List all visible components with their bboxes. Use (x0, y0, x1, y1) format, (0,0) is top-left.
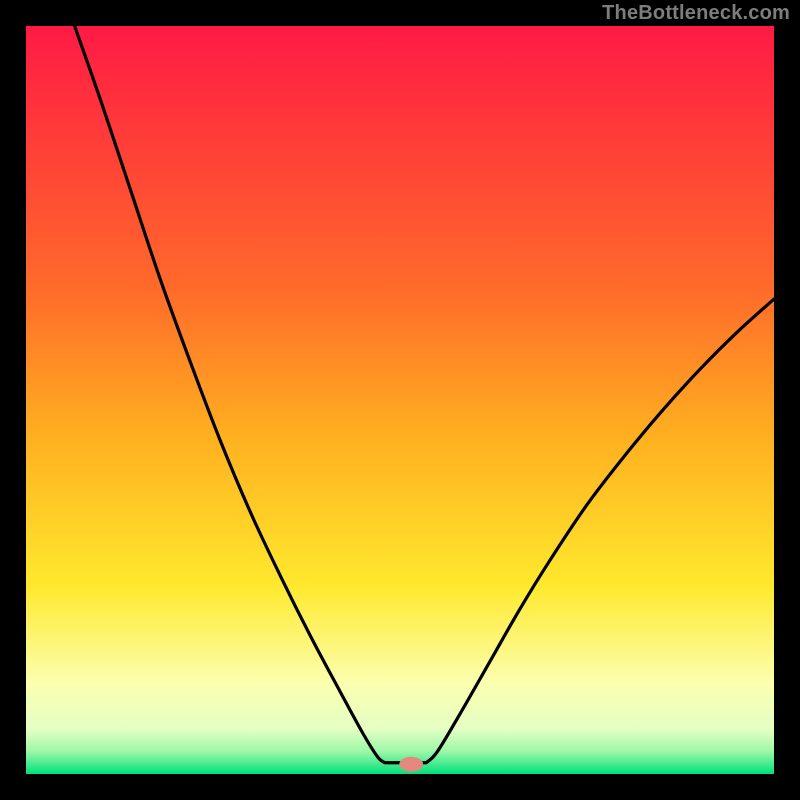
chart-svg (0, 0, 800, 800)
optimum-marker (399, 757, 423, 772)
plot-background-gradient (26, 26, 774, 774)
watermark-text: TheBottleneck.com (602, 2, 790, 25)
chart-root: TheBottleneck.com (0, 0, 800, 800)
